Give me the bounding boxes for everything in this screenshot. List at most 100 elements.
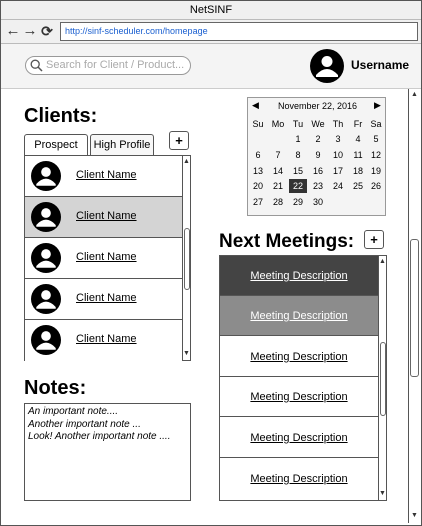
calendar-day[interactable]: 20 <box>249 179 267 193</box>
app-header: Search for Client / Product... Username <box>1 44 421 89</box>
client-avatar-icon <box>31 325 61 360</box>
reload-icon[interactable]: ⟳ <box>39 23 55 39</box>
calendar-day[interactable]: 14 <box>269 164 287 178</box>
tab-high-profile[interactable]: High Profile <box>90 134 154 155</box>
calendar-day[interactable]: 23 <box>309 179 327 193</box>
calendar-day[interactable]: 18 <box>349 164 367 178</box>
calendar-day[interactable]: 7 <box>269 148 287 162</box>
calendar: ◀ November 22, 2016 ▶ Su Mo Tu We Th Fr Sa 1 2 3 4… <box>247 97 386 216</box>
calendar-day[interactable]: 6 <box>249 148 267 162</box>
calendar-weekday-label: Fr <box>353 119 363 129</box>
calendar-day-selected[interactable]: 22 <box>289 179 307 194</box>
meeting-description-link[interactable]: Meeting Description <box>250 270 347 282</box>
add-client-button[interactable]: + <box>169 131 189 150</box>
note-line: Another important note ... <box>28 418 141 430</box>
calendar-day[interactable]: 26 <box>367 179 385 193</box>
username-label[interactable]: Username <box>351 58 409 72</box>
meeting-description-link[interactable]: Meeting Description <box>250 351 347 363</box>
client-name-link[interactable]: Client Name <box>76 333 137 345</box>
calendar-day[interactable]: 10 <box>329 148 347 162</box>
scroll-thumb[interactable] <box>380 342 386 416</box>
search-icon <box>30 59 43 72</box>
notes-textarea[interactable]: An important note.... Another important … <box>24 403 191 501</box>
scroll-down-arrow-icon[interactable]: ▼ <box>379 489 386 498</box>
tab-prospect[interactable]: Prospect <box>24 134 88 155</box>
arrow-right-icon[interactable]: → <box>22 23 38 39</box>
scroll-thumb[interactable] <box>410 239 419 377</box>
calendar-day[interactable]: 9 <box>309 148 327 162</box>
note-line: Look! Another important note .... <box>28 431 171 442</box>
calendar-weekday-label: Mo <box>271 119 285 129</box>
client-name-link[interactable]: Client Name <box>76 251 137 263</box>
calendar-day[interactable]: 27 <box>249 195 267 209</box>
calendar-day[interactable]: 13 <box>249 164 267 178</box>
client-row[interactable]: Client Name <box>25 279 182 320</box>
calendar-day[interactable]: 4 <box>349 132 367 146</box>
client-avatar-icon <box>31 243 61 278</box>
next-month-icon[interactable]: ▶ <box>374 100 381 111</box>
meeting-list-scrollbar[interactable]: ▲ ▼ <box>378 256 386 500</box>
calendar-day[interactable]: 3 <box>329 132 347 146</box>
calendar-day[interactable]: 16 <box>309 164 327 178</box>
client-avatar-icon <box>31 202 61 237</box>
search-input[interactable]: Search for Client / Product... <box>25 56 191 75</box>
meeting-description-link[interactable]: Meeting Description <box>250 310 347 322</box>
calendar-day[interactable]: 25 <box>349 179 367 193</box>
calendar-day[interactable]: 17 <box>329 164 347 178</box>
calendar-weekday-label: We <box>311 119 325 129</box>
client-row[interactable]: Client Name <box>25 156 182 197</box>
calendar-weekday-label: Tu <box>292 119 304 129</box>
search-placeholder: Search for Client / Product... <box>46 59 185 71</box>
calendar-day[interactable]: 1 <box>289 132 307 146</box>
add-meeting-button[interactable]: + <box>364 230 384 249</box>
calendar-day[interactable]: 24 <box>329 179 347 193</box>
calendar-day[interactable]: 29 <box>289 195 307 209</box>
client-row[interactable]: Client Name <box>25 320 182 361</box>
page-scrollbar[interactable]: ▲ ▼ <box>408 89 420 523</box>
calendar-weekday-label: Su <box>252 119 264 129</box>
client-name-link[interactable]: Client Name <box>76 169 137 181</box>
meeting-row[interactable]: Meeting Description <box>220 418 378 458</box>
scroll-up-arrow-icon[interactable]: ▲ <box>183 157 190 166</box>
note-line: An important note.... <box>28 406 119 417</box>
browser-navbar: ← → ⟳ http://sinf-scheduler.com/homepage <box>1 20 421 44</box>
scroll-down-arrow-icon[interactable]: ▼ <box>409 511 420 520</box>
client-list: Client Name Client Name Client Name Clie… <box>24 155 191 361</box>
meeting-list: Meeting Description Meeting Description … <box>219 255 387 501</box>
calendar-day[interactable]: 30 <box>309 195 327 209</box>
scroll-up-arrow-icon[interactable]: ▲ <box>379 257 386 266</box>
calendar-weekday-label: Sa <box>370 119 382 129</box>
meeting-row[interactable]: Meeting Description <box>220 256 378 296</box>
calendar-day[interactable]: 15 <box>289 164 307 178</box>
scroll-thumb[interactable] <box>184 228 190 290</box>
calendar-day[interactable]: 8 <box>289 148 307 162</box>
client-name-link[interactable]: Client Name <box>76 292 137 304</box>
meeting-row[interactable]: Meeting Description <box>220 296 378 336</box>
meeting-row[interactable]: Meeting Description <box>220 459 378 499</box>
calendar-day[interactable]: 28 <box>269 195 287 209</box>
calendar-day[interactable]: 2 <box>309 132 327 146</box>
scroll-down-arrow-icon[interactable]: ▼ <box>183 349 190 358</box>
meeting-description-link[interactable]: Meeting Description <box>250 391 347 403</box>
client-row-selected[interactable]: Client Name <box>25 197 182 238</box>
calendar-day[interactable]: 5 <box>367 132 385 146</box>
client-name-link[interactable]: Client Name <box>76 210 137 222</box>
calendar-weekday-label: Th <box>332 119 344 129</box>
client-row[interactable]: Client Name <box>25 238 182 279</box>
calendar-day[interactable]: 21 <box>269 179 287 193</box>
window-title: NetSINF <box>1 1 421 20</box>
client-avatar-icon <box>31 161 61 196</box>
client-list-scrollbar[interactable]: ▲ ▼ <box>182 156 190 360</box>
url-input[interactable]: http://sinf-scheduler.com/homepage <box>60 22 418 41</box>
meeting-description-link[interactable]: Meeting Description <box>250 473 347 485</box>
calendar-day[interactable]: 11 <box>349 148 367 162</box>
prev-month-icon[interactable]: ◀ <box>252 100 259 111</box>
meeting-row[interactable]: Meeting Description <box>220 337 378 377</box>
meeting-description-link[interactable]: Meeting Description <box>250 432 347 444</box>
meeting-row[interactable]: Meeting Description <box>220 377 378 417</box>
calendar-day[interactable]: 12 <box>367 148 385 162</box>
calendar-day[interactable]: 19 <box>367 164 385 178</box>
scroll-up-arrow-icon[interactable]: ▲ <box>409 90 420 99</box>
user-avatar-icon[interactable] <box>310 49 344 83</box>
arrow-left-icon[interactable]: ← <box>5 23 21 39</box>
